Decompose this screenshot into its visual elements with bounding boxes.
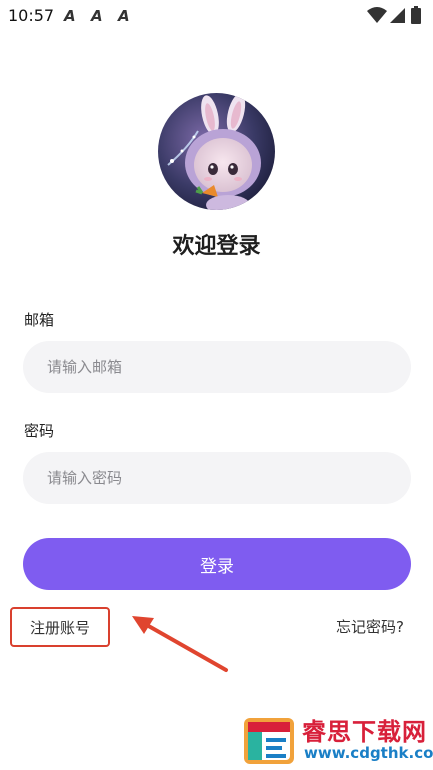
avatar bbox=[158, 93, 275, 210]
status-time: 10:57 bbox=[8, 6, 55, 25]
arrow-annotation-icon bbox=[132, 616, 228, 672]
email-label: 邮箱 bbox=[24, 311, 55, 329]
watermark-name: 睿思下载网 bbox=[302, 718, 427, 746]
notification-icon: A bbox=[91, 7, 103, 25]
notification-icon: A bbox=[118, 7, 130, 25]
watermark: 睿思下载网 www.cdgthk.com bbox=[242, 712, 433, 770]
register-link[interactable]: 注册账号 bbox=[10, 607, 110, 647]
watermark-url: www.cdgthk.com bbox=[304, 744, 433, 762]
battery-icon bbox=[411, 6, 421, 24]
login-button[interactable]: 登录 bbox=[23, 538, 411, 590]
password-label: 密码 bbox=[24, 422, 55, 440]
wifi-icon bbox=[367, 7, 387, 23]
signal-icon bbox=[390, 8, 405, 23]
status-bar: 10:57 A A A bbox=[0, 0, 433, 32]
email-field[interactable] bbox=[23, 341, 411, 393]
password-field[interactable] bbox=[23, 452, 411, 504]
register-label: 注册账号 bbox=[29, 618, 90, 637]
forgot-password-link[interactable]: 忘记密码? bbox=[336, 616, 404, 637]
notification-icon: A bbox=[64, 7, 76, 25]
site-logo-icon bbox=[244, 718, 294, 764]
page-title: 欢迎登录 bbox=[172, 234, 261, 259]
